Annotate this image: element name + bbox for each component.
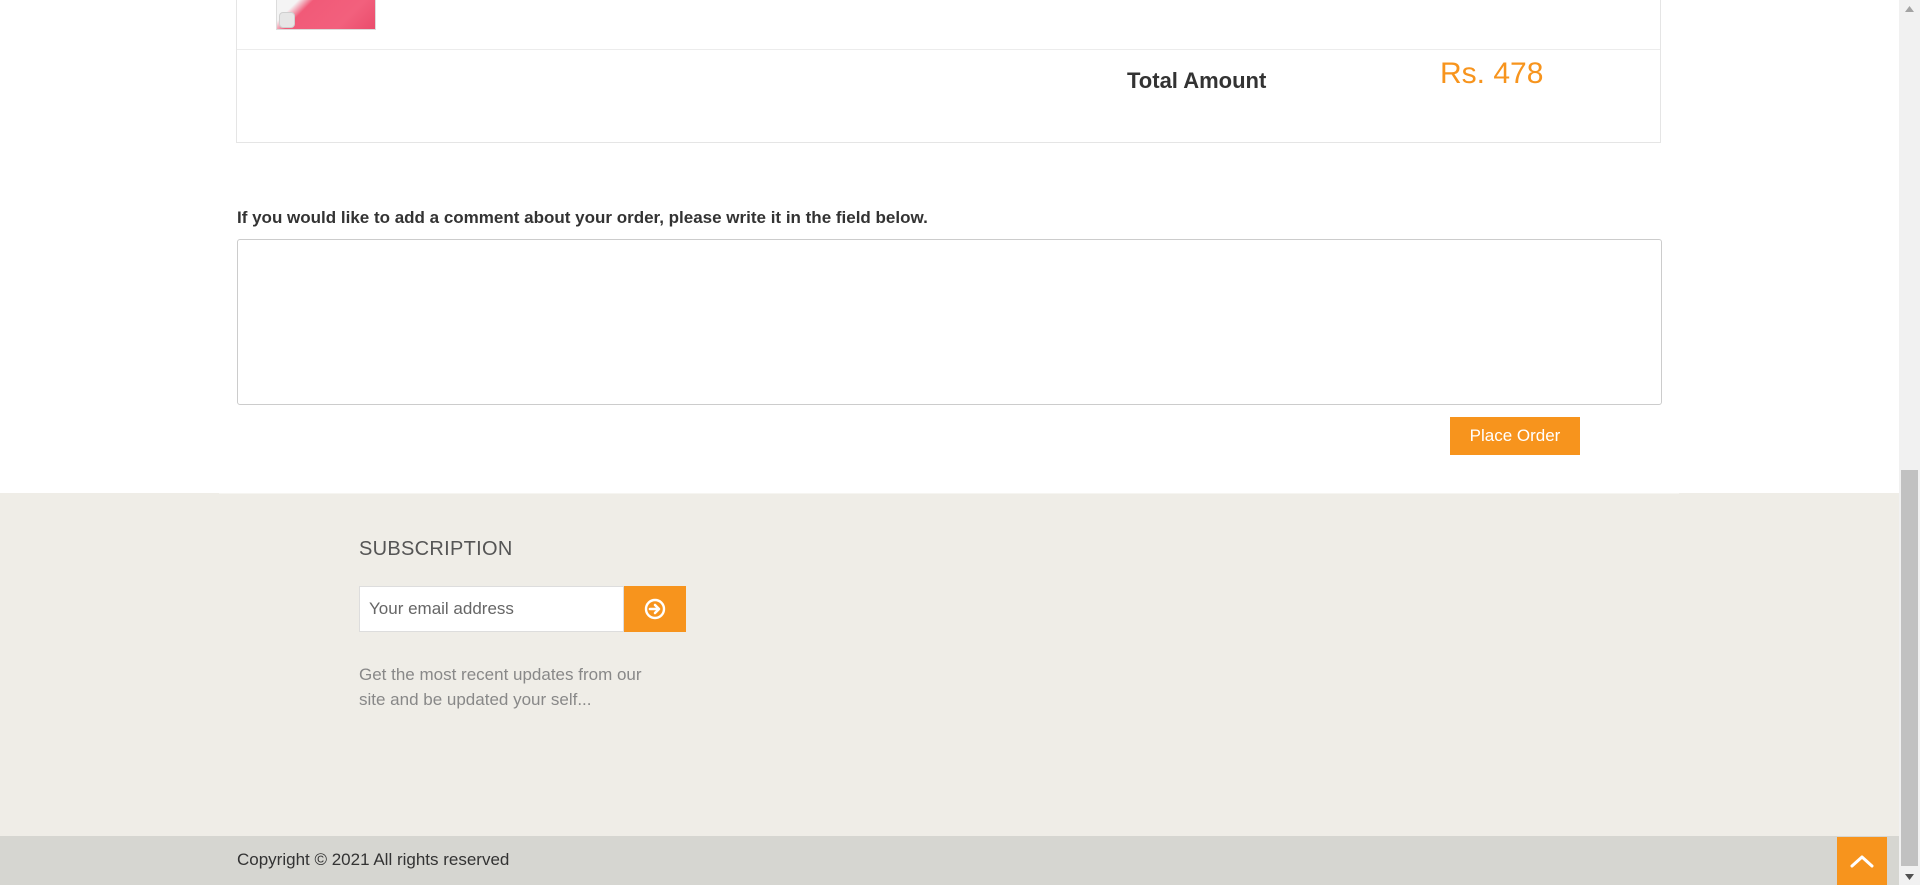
product-image-detail [279,12,295,28]
page-scrollbar[interactable] [1899,0,1920,885]
footer-section: SUBSCRIPTION Get the most recent updates… [0,493,1899,836]
arrow-circle-right-icon [644,598,666,620]
subscription-email-input[interactable] [359,586,624,632]
total-amount-value: Rs. 478 [1440,57,1544,90]
checkout-page: Total Amount Rs. 478 If you would like t… [0,0,1899,885]
scroll-up-arrow-icon[interactable] [1899,0,1920,17]
footer-divider [219,493,1679,494]
order-comment-label: If you would like to add a comment about… [237,208,928,227]
total-amount-label: Total Amount [1127,68,1267,93]
chevron-up-icon [1849,853,1875,869]
place-order-button[interactable]: Place Order [1450,417,1580,455]
order-summary-box: Total Amount Rs. 478 [236,0,1661,143]
product-thumbnail[interactable] [276,0,376,30]
order-comment-field[interactable] [237,239,1662,405]
scrollbar-thumb[interactable] [1901,470,1918,866]
subscription-description: Get the most recent updates from our sit… [359,665,642,709]
scroll-to-top-button[interactable] [1837,837,1887,885]
copyright-text: Copyright © 2021 All rights reserved [237,850,510,869]
order-row-divider [237,49,1660,50]
subscription-submit-button[interactable] [624,586,686,632]
copyright-bar: Copyright © 2021 All rights reserved [0,836,1899,885]
scroll-down-arrow-icon[interactable] [1899,868,1920,885]
subscription-heading: SUBSCRIPTION [359,538,513,560]
